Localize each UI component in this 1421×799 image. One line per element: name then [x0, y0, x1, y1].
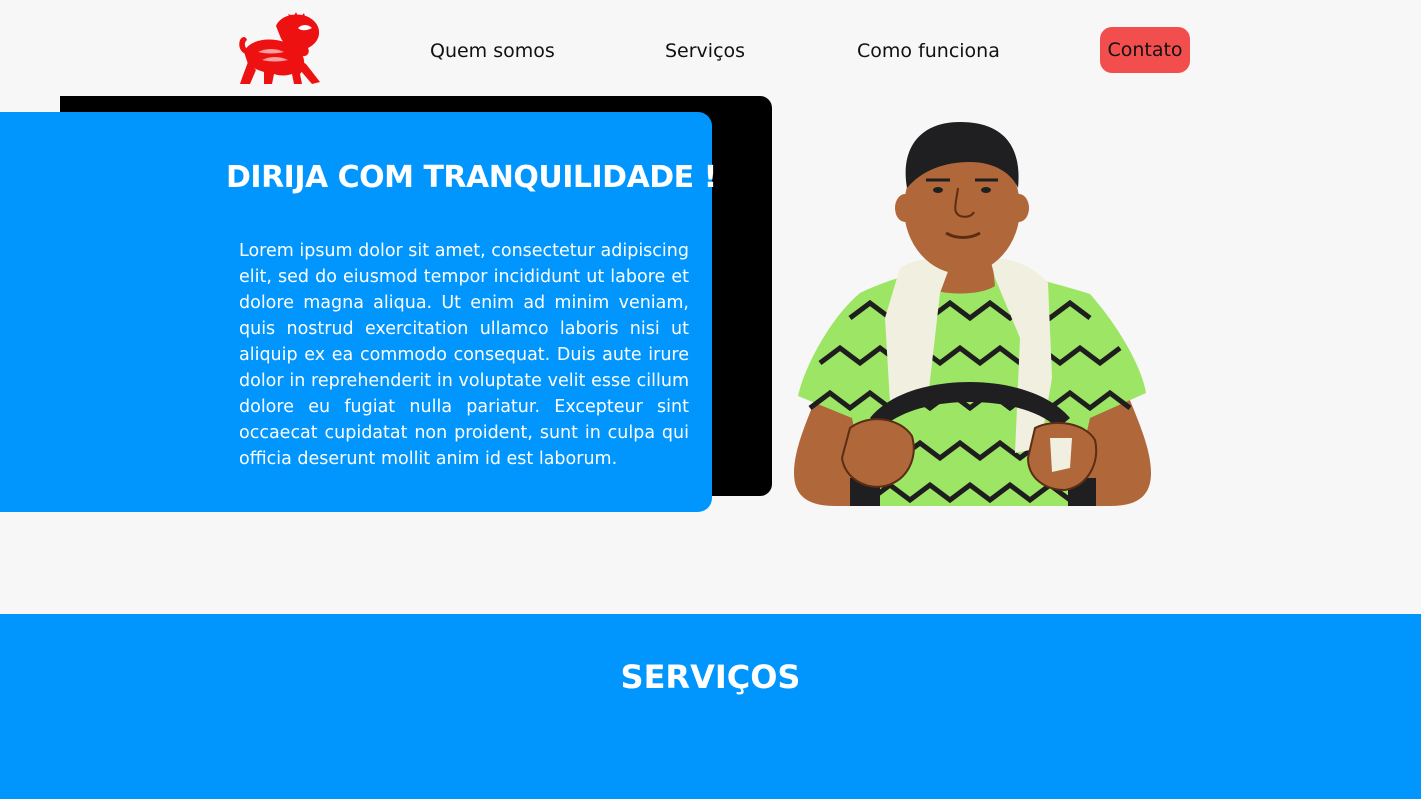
hero-title: DIRIJA COM TRANQUILIDADE ! — [226, 160, 717, 195]
services-title: SERVIÇOS — [620, 658, 801, 696]
nav-link-servicos[interactable]: Serviços — [665, 40, 745, 62]
hero-card: DIRIJA COM TRANQUILIDADE ! Lorem ipsum d… — [0, 112, 717, 512]
services-section: SERVIÇOS — [0, 614, 1421, 799]
contato-button[interactable]: Contato — [1100, 27, 1190, 73]
nav-link-como-funciona[interactable]: Como funciona — [857, 40, 1000, 62]
driver-illustration — [790, 118, 1155, 510]
hero-description: Lorem ipsum dolor sit amet, consectetur … — [239, 241, 689, 469]
nav-link-quem-somos[interactable]: Quem somos — [430, 40, 555, 62]
site-header: Quem somos Serviços Como funciona Contat… — [0, 0, 1421, 96]
lion-logo-icon[interactable] — [236, 12, 324, 86]
